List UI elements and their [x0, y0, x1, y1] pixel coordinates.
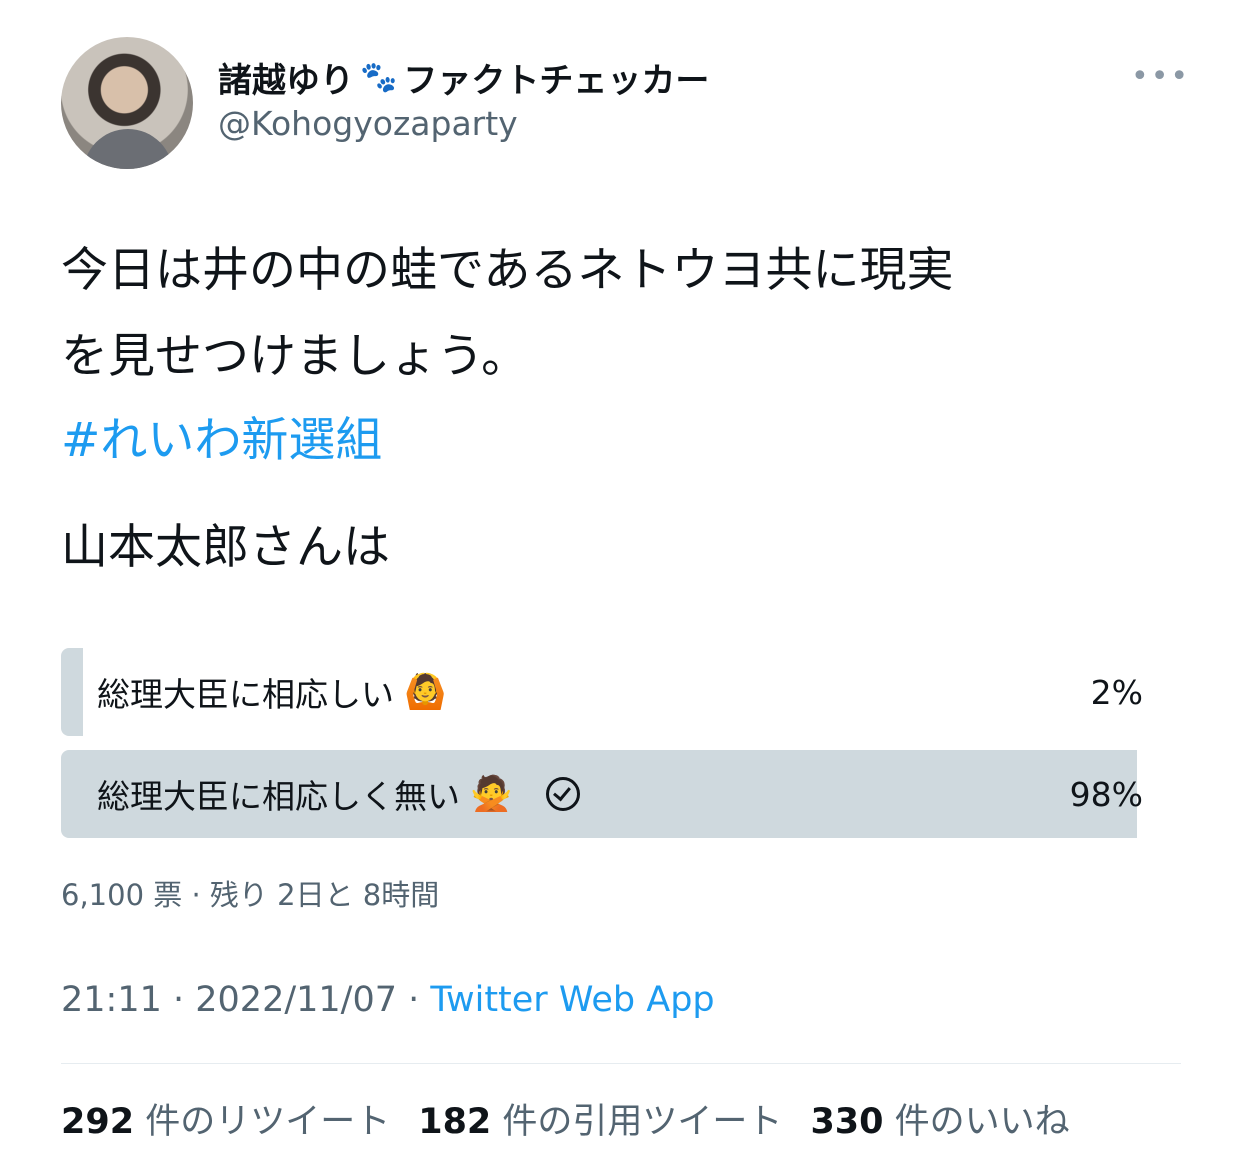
poll-option-text: 総理大臣に相応しい — [97, 675, 394, 714]
display-name-suffix: ファクトチェッカー — [403, 60, 710, 101]
quotes-label: 件の引用ツイート — [502, 1102, 783, 1142]
poll-bar — [61, 648, 83, 736]
poll-meta: 6,100 票 · 残り 2日と 8時間 — [61, 878, 440, 912]
tweet-time[interactable]: 21:11 — [61, 980, 162, 1020]
no-gesture-emoji-icon: 🙅 — [470, 774, 513, 814]
poll-option-1: 総理大臣に相応しい 🙆 2% — [61, 648, 1159, 736]
tweet-text: 今日は井の中の蛙であるネトウヨ共に現実 を見せつけましょう。 — [61, 228, 1171, 400]
avatar[interactable] — [61, 37, 193, 169]
poll-option-2: 総理大臣に相応しく無い 🙅 98% — [61, 750, 1159, 838]
poll-option-text: 総理大臣に相応しく無い — [97, 777, 460, 816]
voted-check-icon — [546, 777, 581, 811]
poll-option-percent: 2% — [1090, 672, 1143, 712]
ok-gesture-emoji-icon: 🙆 — [404, 672, 447, 712]
poll-option-percent: 98% — [1069, 774, 1143, 814]
likes-count: 330 — [810, 1102, 884, 1142]
tweet-date[interactable]: 2022/11/07 — [195, 980, 397, 1020]
display-name-text: 諸越ゆり — [218, 60, 354, 101]
separator: · — [161, 980, 196, 1020]
tweet-text-line: を見せつけましょう。 — [61, 329, 529, 384]
more-options-icon[interactable]: ••• — [1131, 62, 1190, 92]
source-app-link[interactable]: Twitter Web App — [430, 980, 714, 1020]
avatar-photo — [83, 129, 173, 169]
tweet-text-line: 今日は井の中の蛙であるネトウヨ共に現実 — [61, 243, 954, 298]
poll-option-label: 総理大臣に相応しい 🙆 — [97, 668, 446, 716]
user-handle[interactable]: @Kohogyozaparty — [218, 104, 518, 143]
retweets-stat[interactable]: 292 件のリツイート — [61, 1093, 390, 1144]
retweets-label: 件のリツイート — [145, 1102, 391, 1142]
quotes-stat[interactable]: 182 件の引用ツイート — [418, 1093, 782, 1144]
separator: · — [397, 980, 431, 1020]
paw-prints-icon: 🐾 — [360, 59, 398, 95]
tweet-stats: 292 件のリツイート 182 件の引用ツイート 330 件のいいね — [61, 1093, 1070, 1144]
tweet-timestamp: 21:11 · 2022/11/07 · Twitter Web App — [61, 980, 715, 1020]
hashtag-link[interactable]: #れいわ新選組 — [61, 398, 382, 484]
display-name[interactable]: 諸越ゆり 🐾 ファクトチェッカー — [218, 52, 709, 102]
quotes-count: 182 — [418, 1102, 492, 1142]
poll-option-label: 総理大臣に相応しく無い 🙅 — [97, 770, 581, 818]
poll-question: 山本太郎さんは — [61, 520, 390, 575]
divider — [61, 1063, 1181, 1064]
retweets-count: 292 — [61, 1102, 135, 1142]
likes-stat[interactable]: 330 件のいいね — [810, 1093, 1069, 1144]
likes-label: 件のいいね — [894, 1102, 1070, 1142]
